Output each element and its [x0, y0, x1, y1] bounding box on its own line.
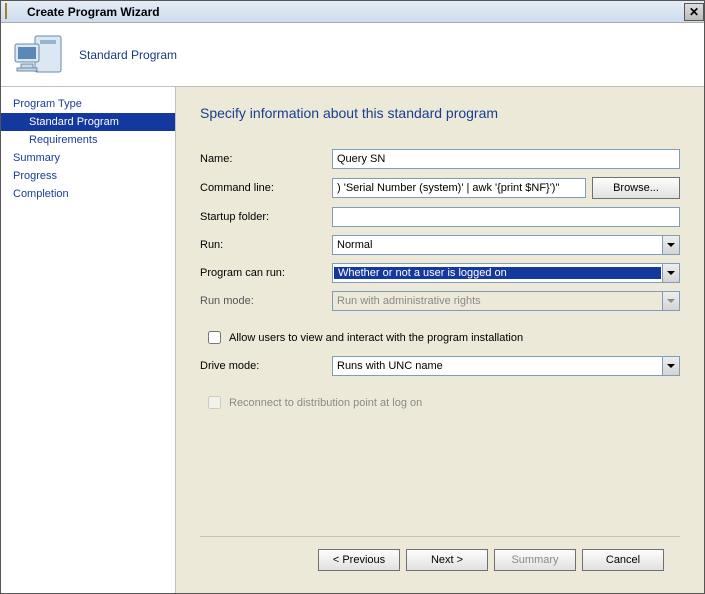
sidebar-item-program-type[interactable]: Program Type — [1, 95, 175, 113]
close-button[interactable]: ✕ — [684, 3, 704, 21]
content-pane: Specify information about this standard … — [176, 87, 704, 593]
wizard-window: Create Program Wizard ✕ Standard Program… — [0, 0, 705, 594]
window-title: Create Program Wizard — [27, 5, 160, 19]
wizard-icon — [5, 4, 21, 20]
runmode-dropdown: Run with administrative rights — [332, 291, 680, 311]
browse-button[interactable]: Browse... — [592, 177, 680, 199]
row-programcanrun: Program can run: Whether or not a user i… — [200, 263, 680, 283]
titlebar: Create Program Wizard ✕ — [1, 1, 704, 23]
row-commandline: Command line: Browse... — [200, 177, 680, 199]
chevron-down-icon — [662, 236, 679, 254]
label-runmode: Run mode: — [200, 295, 332, 307]
sidebar-item-requirements[interactable]: Requirements — [1, 131, 175, 149]
check-reconnect: Reconnect to distribution point at log o… — [200, 396, 680, 409]
label-startupfolder: Startup folder: — [200, 211, 332, 223]
sidebar-item-completion[interactable]: Completion — [1, 185, 175, 203]
chevron-down-icon — [662, 357, 679, 375]
programcanrun-value: Whether or not a user is logged on — [334, 267, 661, 279]
row-runmode: Run mode: Run with administrative rights — [200, 291, 680, 311]
run-dropdown[interactable]: Normal — [332, 235, 680, 255]
label-commandline: Command line: — [200, 182, 332, 194]
row-drivemode: Drive mode: Runs with UNC name — [200, 356, 680, 376]
drivemode-dropdown[interactable]: Runs with UNC name — [332, 356, 680, 376]
commandline-input[interactable] — [332, 178, 586, 198]
programcanrun-dropdown[interactable]: Whether or not a user is logged on — [332, 263, 680, 283]
label-name: Name: — [200, 153, 332, 165]
next-button[interactable]: Next > — [406, 549, 488, 571]
chevron-down-icon — [662, 264, 679, 282]
row-startupfolder: Startup folder: — [200, 207, 680, 227]
chevron-down-icon — [662, 292, 679, 310]
header-banner: Standard Program — [1, 23, 704, 87]
sidebar: Program Type Standard Program Requiremen… — [1, 87, 176, 593]
check-allow-interact: Allow users to view and interact with th… — [200, 331, 680, 344]
sidebar-item-summary[interactable]: Summary — [1, 149, 175, 167]
run-value: Normal — [333, 239, 662, 251]
reconnect-label: Reconnect to distribution point at log o… — [229, 397, 422, 409]
footer: < Previous Next > Summary Cancel — [200, 536, 680, 583]
allow-interact-checkbox[interactable] — [208, 331, 221, 344]
name-input[interactable] — [332, 149, 680, 169]
sidebar-item-progress[interactable]: Progress — [1, 167, 175, 185]
sidebar-item-standard-program[interactable]: Standard Program — [1, 113, 175, 131]
row-run: Run: Normal — [200, 235, 680, 255]
summary-button: Summary — [494, 549, 576, 571]
cancel-button[interactable]: Cancel — [582, 549, 664, 571]
body: Program Type Standard Program Requiremen… — [1, 87, 704, 593]
row-name: Name: — [200, 149, 680, 169]
label-drivemode: Drive mode: — [200, 360, 332, 372]
allow-interact-label: Allow users to view and interact with th… — [229, 332, 523, 344]
startupfolder-input[interactable] — [332, 207, 680, 227]
drivemode-value: Runs with UNC name — [333, 360, 662, 372]
runmode-value: Run with administrative rights — [333, 295, 662, 307]
label-run: Run: — [200, 239, 332, 251]
reconnect-checkbox — [208, 396, 221, 409]
label-programcanrun: Program can run: — [200, 267, 332, 279]
previous-button[interactable]: < Previous — [318, 549, 400, 571]
banner-subtitle: Standard Program — [79, 48, 177, 62]
computer-icon — [13, 30, 63, 80]
page-heading: Specify information about this standard … — [200, 105, 680, 121]
